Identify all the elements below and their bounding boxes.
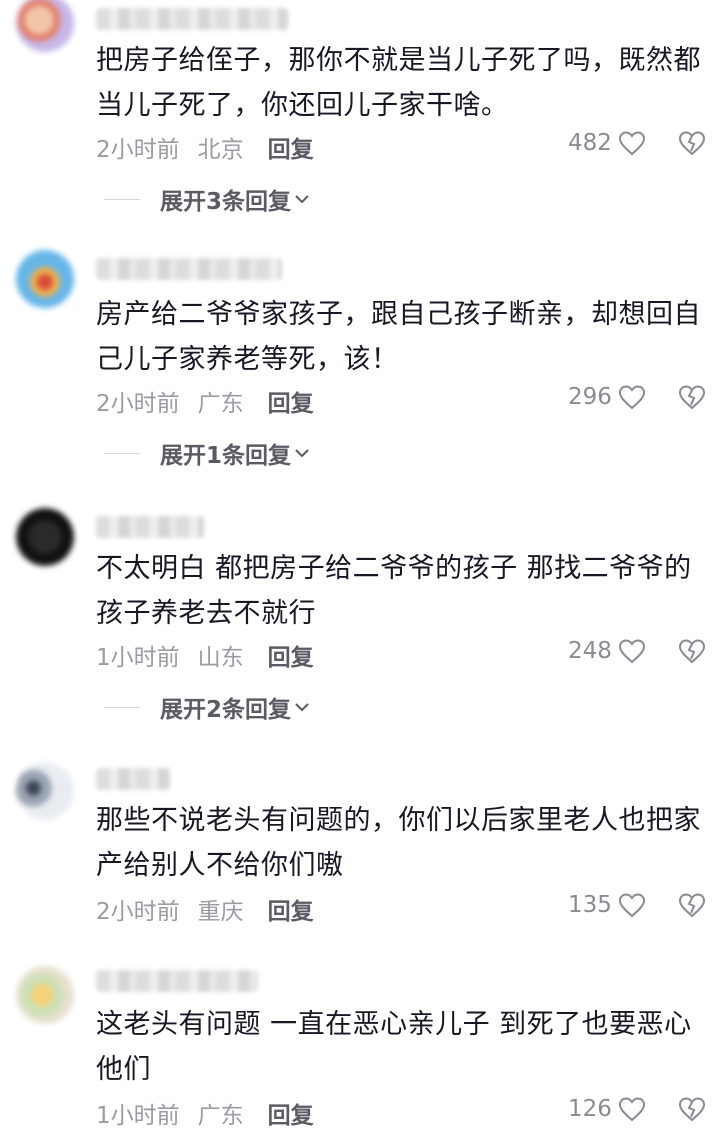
like-button[interactable]: 126 <box>568 1096 646 1122</box>
avatar[interactable] <box>16 508 74 566</box>
divider-line <box>104 706 140 708</box>
broken-heart-icon[interactable] <box>678 384 706 410</box>
expand-replies-button[interactable]: 展开1条回复 <box>104 436 311 470</box>
comment-time: 2小时前 <box>96 899 180 925</box>
reply-button[interactable]: 回复 <box>268 130 314 164</box>
like-button[interactable]: 482 <box>568 130 646 156</box>
comment-meta: 2小时前 广东 回复 <box>96 384 314 418</box>
divider-line <box>104 452 140 454</box>
avatar[interactable] <box>16 250 74 308</box>
comment-time: 1小时前 <box>96 645 180 671</box>
chevron-down-icon <box>293 444 311 462</box>
heart-outline-icon <box>618 638 646 664</box>
broken-heart-icon[interactable] <box>678 638 706 664</box>
avatar[interactable] <box>16 966 74 1024</box>
heart-outline-icon <box>618 130 646 156</box>
reply-button[interactable]: 回复 <box>268 384 314 418</box>
expand-replies-button[interactable]: 展开2条回复 <box>104 690 311 724</box>
like-button[interactable]: 248 <box>568 638 646 664</box>
like-count: 126 <box>568 1096 612 1122</box>
like-count: 296 <box>568 384 612 410</box>
username[interactable] <box>96 970 258 992</box>
broken-heart-icon[interactable] <box>678 892 706 918</box>
username[interactable] <box>96 8 288 30</box>
like-count: 482 <box>568 130 612 156</box>
comment-meta: 2小时前 北京 回复 <box>96 130 314 164</box>
reply-button[interactable]: 回复 <box>268 638 314 672</box>
reply-button[interactable]: 回复 <box>268 892 314 926</box>
expand-replies-label: 展开1条回复 <box>160 443 292 469</box>
heart-outline-icon <box>618 892 646 918</box>
comment-text: 把房子给侄子，那你不就是当儿子死了吗，既然都当儿子死了，你还回儿子家干啥。 <box>96 45 701 121</box>
chevron-down-icon <box>293 190 311 208</box>
comment-time: 1小时前 <box>96 1103 180 1129</box>
like-button[interactable]: 296 <box>568 384 646 410</box>
like-button[interactable]: 135 <box>568 892 646 918</box>
username[interactable] <box>96 258 282 280</box>
comment-time: 2小时前 <box>96 137 180 163</box>
divider-line <box>104 198 140 200</box>
comment-location: 山东 <box>197 645 244 671</box>
expand-replies-button[interactable]: 展开3条回复 <box>104 182 311 216</box>
expand-replies-label: 展开2条回复 <box>160 697 292 723</box>
comment-text: 房产给二爷爷家孩子，跟自己孩子断亲，却想回自己儿子家养老等死，该！ <box>96 299 701 375</box>
comment-text: 那些不说老头有问题的，你们以后家里老人也把家产给别人不给你们嗷 <box>96 805 701 881</box>
comment-location: 北京 <box>197 137 244 163</box>
expand-replies-label: 展开3条回复 <box>160 189 292 215</box>
username[interactable] <box>96 768 170 790</box>
comment-meta: 2小时前 重庆 回复 <box>96 892 314 926</box>
avatar[interactable] <box>16 0 74 52</box>
comment-meta: 1小时前 广东 回复 <box>96 1096 314 1130</box>
like-count: 135 <box>568 892 612 918</box>
broken-heart-icon[interactable] <box>678 1096 706 1122</box>
heart-outline-icon <box>618 1096 646 1122</box>
comment-location: 重庆 <box>197 899 244 925</box>
heart-outline-icon <box>618 384 646 410</box>
username[interactable] <box>96 516 204 538</box>
comment-meta: 1小时前 山东 回复 <box>96 638 314 672</box>
reply-button[interactable]: 回复 <box>268 1096 314 1130</box>
comment-location: 广东 <box>197 1103 244 1129</box>
avatar[interactable] <box>16 762 74 820</box>
comment-text: 这老头有问题 一直在恶心亲儿子 到死了也要恶心他们 <box>96 1009 692 1085</box>
comment-text: 不太明白 都把房子给二爷爷的孩子 那找二爷爷的孩子养老去不就行 <box>96 553 692 629</box>
broken-heart-icon[interactable] <box>678 130 706 156</box>
like-count: 248 <box>568 638 612 664</box>
comment-time: 2小时前 <box>96 391 180 417</box>
chevron-down-icon <box>293 698 311 716</box>
comment-location: 广东 <box>197 391 244 417</box>
